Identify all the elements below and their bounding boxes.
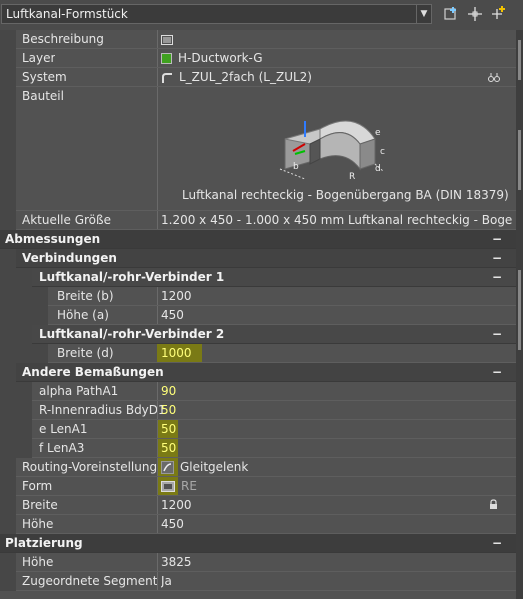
palette-side-strip[interactable]	[516, 30, 523, 599]
row-hoehe-a[interactable]: Höhe (a) 450	[0, 306, 516, 325]
collapse-icon[interactable]: −	[492, 325, 502, 343]
dimension-label: R	[349, 172, 355, 181]
system-duct-icon	[162, 72, 172, 83]
dimension-label: c	[380, 147, 385, 157]
pickadd-toggle-icon[interactable]	[490, 5, 508, 23]
category-platzierung[interactable]: Platzierung −	[0, 534, 516, 553]
row-layer[interactable]: Layer H-Ductwork-G	[0, 49, 516, 68]
collapse-icon[interactable]: −	[492, 230, 502, 248]
bend-fitting-preview-image: b c d R e	[279, 120, 385, 181]
description-edit-icon[interactable]	[161, 34, 173, 45]
select-objects-icon[interactable]	[466, 5, 484, 23]
dimension-label: b	[293, 162, 299, 172]
shape-rectangular-icon	[161, 481, 175, 492]
row-placement-hoehe[interactable]: Höhe 3825	[0, 553, 516, 572]
row-beschreibung[interactable]: Beschreibung	[0, 30, 516, 49]
routing-value: Gleitgelenk	[180, 460, 249, 474]
breite-d-value: 1000	[161, 346, 192, 360]
row-breite-b[interactable]: Breite (b) 1200	[0, 287, 516, 306]
row-alpha-patha1[interactable]: alpha PathA1 90	[0, 382, 516, 401]
row-e-lena1[interactable]: e LenA1 50	[0, 420, 516, 439]
collapse-icon[interactable]: −	[492, 534, 502, 552]
row-r-innenradius[interactable]: R-Innenradius BdyD1 50	[0, 401, 516, 420]
bauteil-caption: Luftkanal rechteckig - Bogenübergang BA …	[182, 188, 509, 202]
dimension-label: d	[375, 164, 381, 174]
object-type-label: Luftkanal-Formstück	[6, 7, 128, 21]
category-verbinder-1[interactable]: Luftkanal/-rohr-Verbinder 1 −	[0, 268, 516, 287]
object-type-dropdown[interactable]: Luftkanal-Formstück ▼	[1, 4, 432, 24]
toolbar: Luftkanal-Formstück ▼	[0, 0, 523, 30]
quick-select-icon[interactable]	[442, 5, 460, 23]
system-value: L_ZUL_2fach (L_ZUL2)	[179, 70, 312, 84]
row-routing[interactable]: Routing-Voreinstellung Gleitgelenk	[0, 458, 516, 477]
dimension-label: e	[375, 128, 381, 138]
routing-icon	[161, 461, 174, 474]
row-breite-d[interactable]: Breite (d) 1000	[0, 344, 516, 363]
system-select-icon[interactable]	[488, 71, 500, 83]
category-abmessungen[interactable]: Abmessungen −	[0, 230, 516, 249]
row-f-lena3[interactable]: f LenA3 50	[0, 439, 516, 458]
row-current-size[interactable]: Aktuelle Größe 1.200 x 450 - 1.000 x 450…	[0, 211, 516, 230]
category-verbindungen[interactable]: Verbindungen −	[0, 249, 516, 268]
collapse-icon[interactable]: −	[492, 249, 502, 267]
row-hoehe[interactable]: Höhe 450	[0, 515, 516, 534]
row-form[interactable]: Form RE	[0, 477, 516, 496]
row-bauteil[interactable]: Bauteil b c d R e Luftkanal rechteckig -…	[0, 87, 516, 211]
category-andere-bemassungen[interactable]: Andere Bemaßungen −	[0, 363, 516, 382]
current-size-value: 1.200 x 450 - 1.000 x 450 mm Luftkanal r…	[161, 213, 512, 227]
category-verbinder-2[interactable]: Luftkanal/-rohr-Verbinder 2 −	[0, 325, 516, 344]
row-system[interactable]: System L_ZUL_2fach (L_ZUL2)	[0, 68, 516, 87]
form-value: RE	[181, 479, 197, 493]
layer-color-swatch-icon	[161, 53, 172, 64]
lock-icon[interactable]	[489, 499, 498, 510]
collapse-icon[interactable]: −	[492, 268, 502, 286]
row-breite[interactable]: Breite 1200	[0, 496, 516, 515]
collapse-icon[interactable]: −	[492, 363, 502, 381]
layer-value: H-Ductwork-G	[178, 51, 263, 65]
row-segment[interactable]: Zugeordnete Segment Ja	[0, 572, 516, 591]
properties-panel: Beschreibung Layer H-Ductwork-G System L…	[0, 30, 516, 599]
chevron-down-icon[interactable]: ▼	[416, 5, 431, 23]
